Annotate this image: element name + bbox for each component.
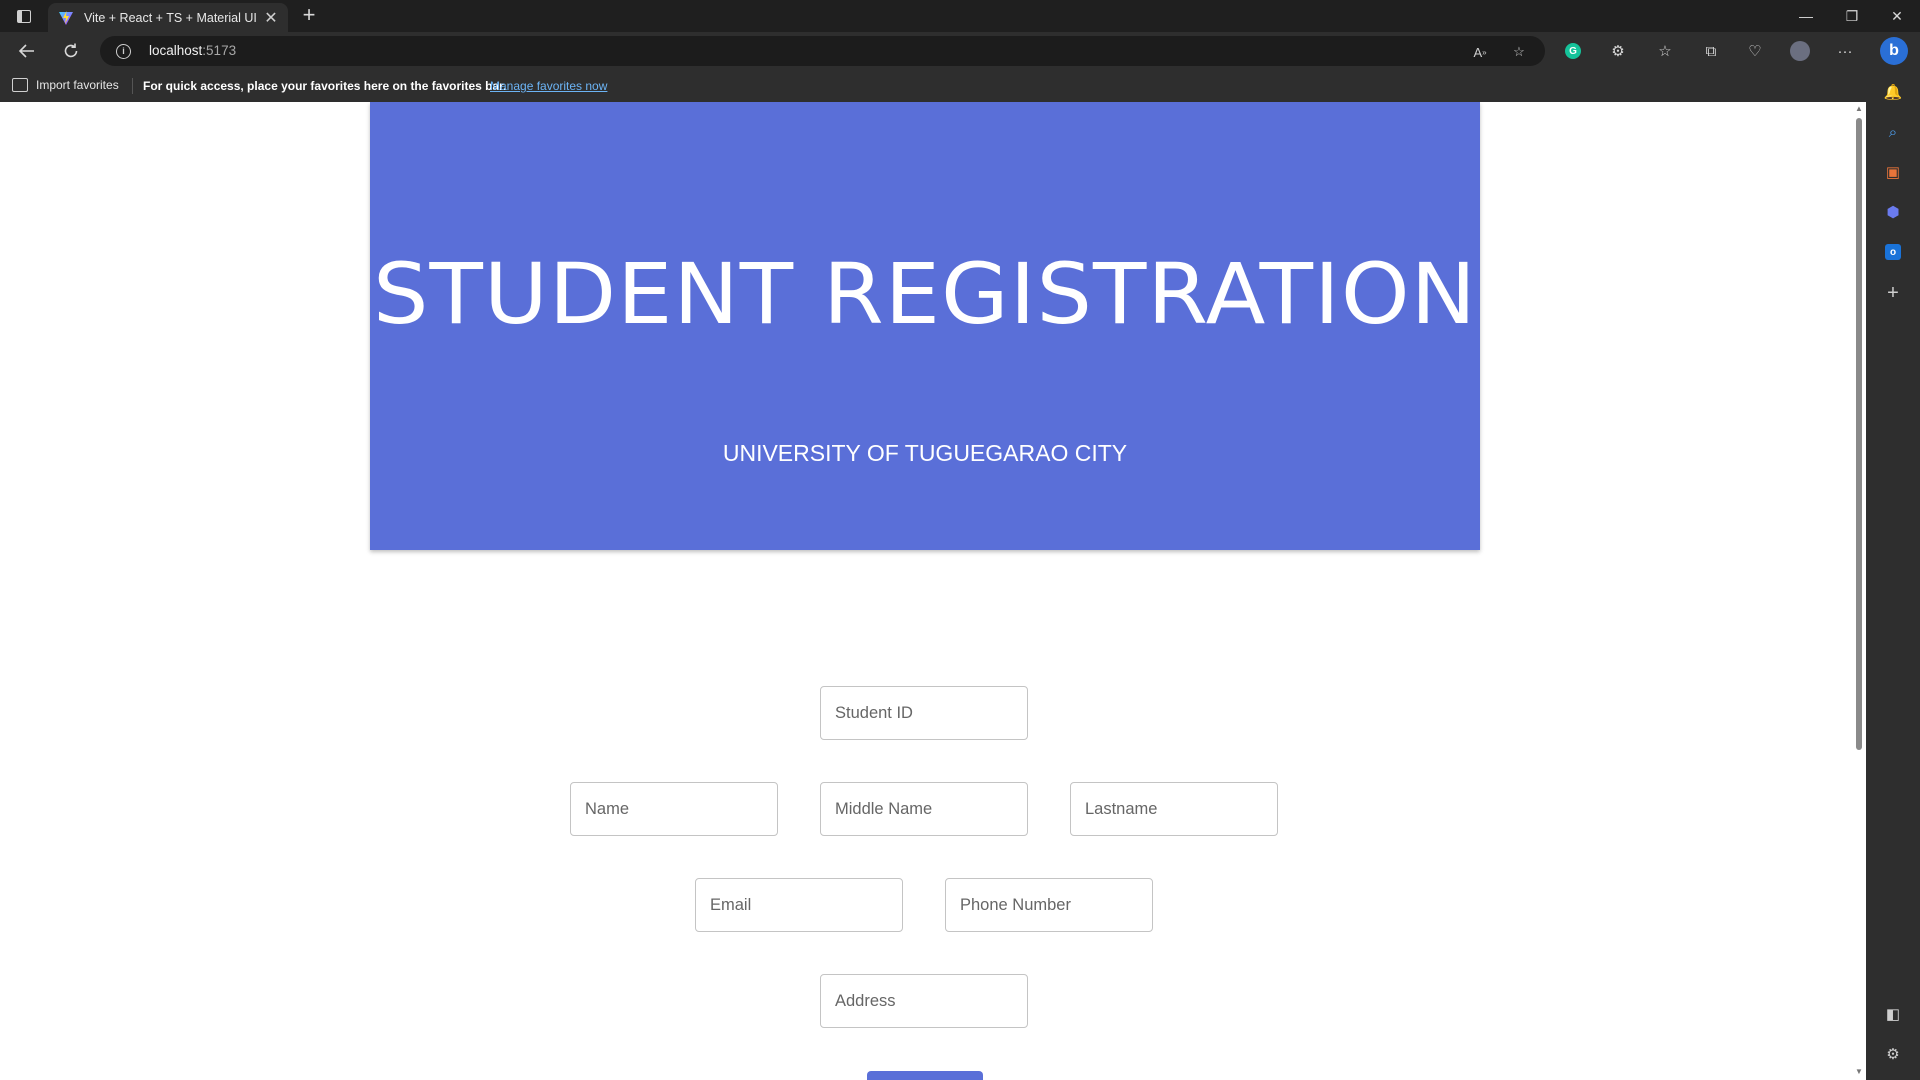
page-subtitle: UNIVERSITY OF TUGUEGARAO CITY: [722, 440, 1128, 466]
back-arrow-icon: [18, 44, 34, 58]
submit-button[interactable]: [867, 1071, 983, 1080]
address-field[interactable]: [820, 974, 1028, 1028]
favorite-star-icon[interactable]: ☆: [1510, 43, 1528, 61]
tab-bar: Vite + React + TS + Material UI ✕ + — ❐ …: [0, 0, 1920, 32]
back-button[interactable]: [12, 37, 42, 65]
page-title: STUDENT REGISTRATION: [372, 245, 1478, 343]
scroll-up-icon[interactable]: ▲: [1855, 104, 1863, 113]
phone-input[interactable]: [946, 879, 1152, 931]
url-field[interactable]: i localhost:5173 A» ☆: [100, 36, 1545, 66]
email-input[interactable]: [696, 879, 902, 931]
ellipsis-icon: ···: [1837, 42, 1853, 60]
avatar: [1790, 41, 1810, 61]
student-id-input[interactable]: [821, 687, 1027, 739]
copilot-app-icon[interactable]: ⬢: [1883, 202, 1903, 222]
tab-title: Vite + React + TS + Material UI: [84, 10, 257, 25]
import-icon: [12, 78, 28, 92]
phone-field[interactable]: [945, 878, 1153, 932]
search-icon[interactable]: ⌕: [1883, 122, 1903, 142]
collections-button[interactable]: ⧉: [1696, 37, 1726, 65]
lastname-input[interactable]: [1071, 783, 1277, 835]
import-favorites-label: Import favorites: [36, 78, 119, 92]
favorites-bar: Import favorites For quick access, place…: [0, 70, 1920, 103]
name-input[interactable]: [571, 783, 777, 835]
close-window-button[interactable]: ✕: [1874, 0, 1920, 32]
heart-pulse-icon: ♡: [1748, 43, 1762, 60]
new-tab-button[interactable]: +: [296, 4, 322, 28]
read-aloud-icon[interactable]: A»: [1471, 43, 1489, 61]
email-field[interactable]: [695, 878, 903, 932]
active-tab[interactable]: Vite + React + TS + Material UI ✕: [48, 3, 288, 32]
vite-favicon-icon: [59, 10, 73, 25]
bell-icon[interactable]: 🔔: [1883, 82, 1903, 102]
tab-actions-button[interactable]: [8, 4, 40, 28]
import-favorites-button[interactable]: Import favorites: [12, 78, 119, 92]
tab-close-icon[interactable]: ✕: [260, 8, 282, 28]
url-text: localhost:5173: [149, 43, 237, 58]
bing-icon: b: [1889, 42, 1899, 59]
manage-favorites-link[interactable]: Manage favorites now: [490, 79, 607, 93]
name-field[interactable]: [570, 782, 778, 836]
scroll-down-icon[interactable]: ▼: [1855, 1067, 1863, 1076]
middle-name-field[interactable]: [820, 782, 1028, 836]
refresh-icon: [64, 43, 78, 58]
student-id-field[interactable]: [820, 686, 1028, 740]
scrollbar-thumb[interactable]: [1856, 118, 1862, 750]
edge-sidebar: 🔔 ⌕ ▣ ⬢ o + ◧ ⚙: [1866, 70, 1920, 1080]
favorites-list-icon: ☆: [1658, 43, 1672, 60]
address-input[interactable]: [821, 975, 1027, 1027]
add-icon[interactable]: +: [1883, 282, 1903, 304]
split-screen-icon[interactable]: ◧: [1883, 1004, 1903, 1024]
more-menu-button[interactable]: ···: [1830, 37, 1860, 65]
copilot-button[interactable]: b: [1880, 37, 1908, 65]
page-viewport: STUDENT REGISTRATION UNIVERSITY OF TUGUE…: [0, 102, 1866, 1080]
favorites-divider: [132, 78, 133, 94]
browser-essentials-button[interactable]: ♡: [1740, 37, 1770, 65]
lastname-field[interactable]: [1070, 782, 1278, 836]
site-info-icon[interactable]: i: [116, 44, 131, 59]
refresh-button[interactable]: [56, 37, 86, 65]
page-scrollbar[interactable]: ▲ ▼: [1852, 102, 1866, 1080]
settings-icon[interactable]: ⚙: [1883, 1044, 1903, 1064]
grammarly-extension-button[interactable]: G: [1558, 37, 1588, 65]
minimize-button[interactable]: —: [1783, 0, 1829, 32]
address-bar-row: i localhost:5173 A» ☆ G ⚙ ☆ ⧉ ♡ ···: [0, 32, 1920, 70]
outlook-icon[interactable]: o: [1883, 242, 1903, 262]
tab-actions-icon: [17, 9, 31, 23]
header-banner: STUDENT REGISTRATION UNIVERSITY OF TUGUE…: [370, 102, 1480, 550]
middle-name-input[interactable]: [821, 783, 1027, 835]
grammarly-icon: G: [1565, 43, 1581, 59]
extensions-button[interactable]: ⚙: [1603, 37, 1633, 65]
restore-button[interactable]: ❐: [1829, 0, 1875, 32]
collections-icon: ⧉: [1705, 42, 1717, 60]
toolbox-icon[interactable]: ▣: [1883, 162, 1903, 182]
profile-button[interactable]: [1785, 37, 1815, 65]
favorites-button[interactable]: ☆: [1650, 37, 1680, 65]
puzzle-icon: ⚙: [1611, 43, 1625, 60]
favorites-message: For quick access, place your favorites h…: [143, 79, 507, 93]
